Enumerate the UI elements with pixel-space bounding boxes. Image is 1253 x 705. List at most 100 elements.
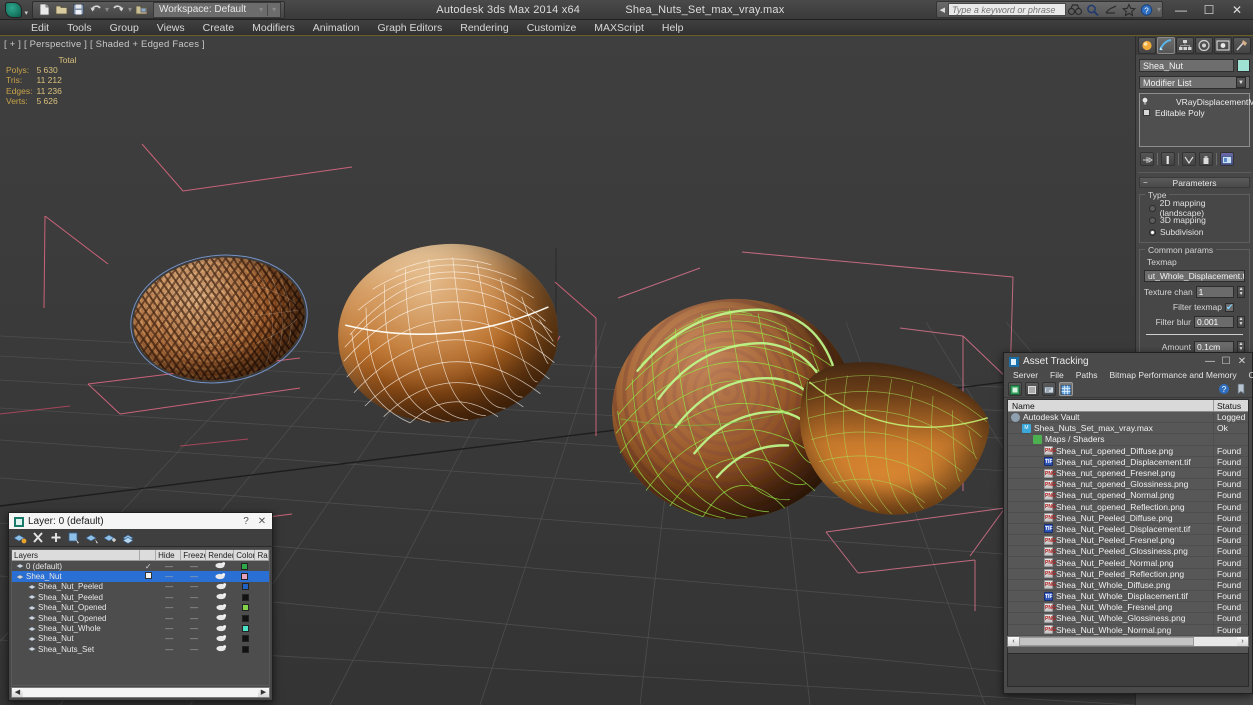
asset-name-cell[interactable]: TIF Shea_Nut_Whole_Displacement.tif [1008,591,1214,602]
asset-row[interactable]: PNG Shea_Nut_Whole_Glossiness.png Found [1008,613,1248,625]
layer-hide-cell[interactable]: — [157,645,182,654]
vault-icon[interactable] [1008,382,1022,396]
layer-color-cell[interactable] [234,573,255,581]
asset-name-cell[interactable]: PNG Shea_Nut_Whole_Glossiness.png [1008,613,1214,624]
modifier-stack-item-editable-poly[interactable]: Editable Poly [1141,107,1248,118]
layer-freeze-cell[interactable]: — [181,562,206,571]
asset-row[interactable]: PNG Shea_Nut_Peeled_Diffuse.png Found [1008,512,1248,524]
layer-hide-cell[interactable]: — [156,572,181,581]
layer-row[interactable]: 0 (default) ✓ — — [12,561,269,571]
asset-row[interactable]: PNG Shea_Nut_Peeled_Reflection.png Found [1008,568,1248,580]
layer-freeze-cell[interactable]: — [181,572,206,581]
maximize-button[interactable]: ☐ [1195,1,1223,19]
new-icon[interactable] [37,2,52,17]
layer-row[interactable]: Shea_Nut_Opened — — [12,603,269,613]
filter-blur-spinner[interactable]: ▲ ▼ [1237,316,1245,328]
tab-utilities[interactable] [1233,37,1251,54]
layer-name-cell[interactable]: Shea_Nut_Peeled [12,593,140,602]
asset-name-cell[interactable]: Maps / Shaders [1008,434,1214,445]
layer-hide-cell[interactable]: — [157,614,182,623]
app-logo-icon[interactable]: ▾ [2,1,28,19]
layer-dialog-titlebar[interactable]: Layer: 0 (default) ? ✕ [9,513,272,529]
layer-horizontal-scrollbar[interactable]: ◀ ▶ [11,687,270,698]
modifier-stack-item-vraydisplacement[interactable]: VRayDisplacementMod [1141,96,1253,107]
asset-name-cell[interactable]: PNG Shea_nut_opened_Fresnel.png [1008,468,1214,479]
select-highlighted-objects-icon[interactable] [84,530,100,545]
set-current-layer-icon[interactable] [120,530,136,545]
asset-row[interactable]: PNG Shea_nut_opened_Fresnel.png Found [1008,468,1248,480]
asset-row[interactable]: PNG Shea_Nut_Peeled_Fresnel.png Found [1008,535,1248,547]
radio-icon[interactable] [1149,204,1156,212]
radio-subdivision[interactable]: Subdivision [1144,226,1245,238]
layer-dialog[interactable]: Layer: 0 (default) ? ✕ Layers Hide Freez… [8,512,273,701]
at-menu-paths[interactable]: Paths [1070,369,1104,381]
layer-dialog-close-button[interactable]: ✕ [254,516,270,527]
asset-row[interactable]: Maps / Shaders [1008,434,1248,446]
layer-row[interactable]: Shea_Nut_Peeled — — [12,592,269,602]
layer-render-cell[interactable] [207,582,235,592]
asset-row[interactable]: Autodesk Vault Logged Ou [1008,412,1248,424]
texture-chan-input[interactable]: 1 [1195,286,1235,298]
asset-name-cell[interactable]: PNG Shea_Nut_Whole_Diffuse.png [1008,579,1214,590]
subscription-icon[interactable] [1103,3,1119,17]
layer-hide-cell[interactable]: — [157,603,182,612]
layer-color-cell[interactable] [234,645,255,653]
layer-hide-cell[interactable]: — [156,562,181,571]
layer-row[interactable]: Shea_Nuts_Set — — [12,644,269,654]
redo-dropdown-icon[interactable]: ▾ [128,5,132,14]
texmap-button[interactable]: ut_Whole_Displacement.tif) [1144,270,1245,282]
layer-freeze-cell[interactable]: — [182,634,207,643]
layer-name-cell[interactable]: Shea_Nuts_Set [12,645,140,654]
layer-render-cell[interactable] [207,634,235,644]
menu-animation[interactable]: Animation [304,20,369,36]
scroll-right-icon[interactable]: › [1237,637,1248,646]
tab-create[interactable] [1138,37,1156,54]
layer-freeze-cell[interactable]: — [182,614,207,623]
asset-close-button[interactable]: ✕ [1234,356,1250,367]
layer-list[interactable]: Layers Hide Freeze Render Color Rad 0 (d… [11,549,270,686]
menu-help[interactable]: Help [653,20,693,36]
layer-freeze-cell[interactable]: — [182,624,207,633]
asset-name-cell[interactable]: Autodesk Vault [1008,412,1214,423]
select-objects-in-layer-icon[interactable] [66,530,82,545]
help-icon[interactable]: ? [1217,382,1231,396]
asset-row[interactable]: TIF Shea_Nut_Peeled_Displacement.tif Found [1008,523,1248,536]
workspace-dropdown-icon[interactable]: ▾ [272,5,276,14]
object-name-field[interactable]: Shea_Nut [1139,59,1234,72]
help-dropdown-icon[interactable]: ▾ [1157,5,1161,14]
layer-color-cell[interactable] [234,614,255,622]
layer-hide-cell[interactable]: — [157,634,182,643]
tab-modify[interactable] [1157,37,1175,54]
asset-row[interactable]: PNG Shea_Nut_Peeled_Glossiness.png Found [1008,546,1248,558]
asset-name-cell[interactable]: M Shea_Nuts_Set_max_vray.max [1008,423,1214,434]
menu-create[interactable]: Create [194,20,244,36]
layer-dialog-help-button[interactable]: ? [238,516,254,527]
scroll-left-icon[interactable]: ‹ [1008,637,1019,646]
at-menu-bitmap-performance[interactable]: Bitmap Performance and Memory [1104,369,1243,381]
layer-color-cell[interactable] [234,562,255,570]
menu-maxscript[interactable]: MAXScript [585,20,653,36]
layer-color-swatch[interactable] [241,583,249,591]
layer-name-cell[interactable]: Shea_Nut_Whole [12,624,140,633]
asset-row[interactable]: PNG Shea_nut_opened_Reflection.png Found [1008,501,1248,513]
asset-name-cell[interactable]: PNG Shea_Nut_Whole_Fresnel.png [1008,602,1214,613]
tab-hierarchy[interactable] [1176,37,1194,54]
asset-name-cell[interactable]: PNG Shea_nut_opened_Glossiness.png [1008,479,1214,490]
scroll-right-icon[interactable]: ▶ [258,688,269,697]
parameters-rollout-header[interactable]: − Parameters [1139,177,1250,188]
asset-horizontal-scrollbar[interactable]: ‹ › [1007,636,1249,647]
layer-color-cell[interactable] [234,593,255,601]
layer-freeze-cell[interactable]: — [182,603,207,612]
layer-name-cell[interactable]: Shea_Nut_Opened [12,614,140,623]
layer-color-cell[interactable] [234,635,255,643]
remove-modifier-icon[interactable] [1199,152,1213,166]
asset-row[interactable]: PNG Shea_Nut_Peeled_Normal.png Found [1008,557,1248,569]
collapse-icon[interactable]: − [1143,178,1148,188]
layer-render-cell[interactable] [206,561,234,571]
layer-name-cell[interactable]: 0 (default) [12,562,140,571]
asset-row[interactable]: TIF Shea_Nut_Whole_Displacement.tif Found [1008,591,1248,603]
search-input[interactable] [947,3,1066,16]
layer-row[interactable]: Shea_Nut — — [12,634,269,644]
layer-render-cell[interactable] [207,592,235,602]
layer-freeze-cell[interactable]: — [182,645,207,654]
